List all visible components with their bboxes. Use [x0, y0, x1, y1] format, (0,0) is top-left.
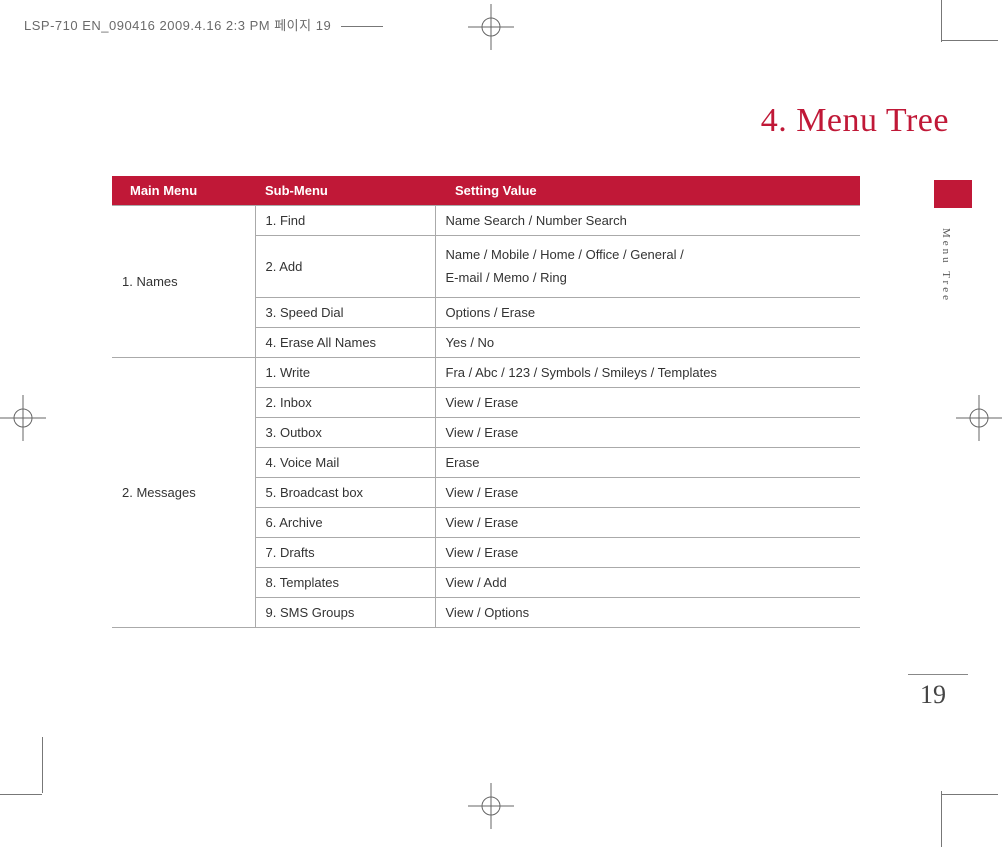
sub-menu-cell: 6. Archive: [255, 507, 435, 537]
setting-value-cell: Name Search / Number Search: [435, 206, 860, 236]
main-menu-cell: 1. Names: [112, 206, 255, 358]
sub-menu-cell: 4. Erase All Names: [255, 327, 435, 357]
crop-mark: [0, 794, 42, 795]
sub-menu-cell: 7. Drafts: [255, 537, 435, 567]
setting-value-cell: Fra / Abc / 123 / Symbols / Smileys / Te…: [435, 357, 860, 387]
sub-menu-cell: 9. SMS Groups: [255, 597, 435, 627]
sub-menu-cell: 5. Broadcast box: [255, 477, 435, 507]
sub-menu-cell: 2. Inbox: [255, 387, 435, 417]
registration-mark-bottom: [468, 783, 514, 829]
table-header-row: Main Menu Sub-Menu Setting Value: [112, 176, 860, 206]
setting-value-cell: Name / Mobile / Home / Office / General …: [435, 236, 860, 298]
setting-value-cell: View / Erase: [435, 507, 860, 537]
col-header-main: Main Menu: [112, 176, 255, 206]
crop-mark: [42, 737, 43, 793]
crop-mark: [941, 791, 942, 847]
registration-mark-left: [0, 395, 46, 441]
imprint-text: LSP-710 EN_090416 2009.4.16 2:3 PM 페이지 1…: [24, 18, 331, 33]
table-row: 1. Names1. FindName Search / Number Sear…: [112, 206, 860, 236]
sub-menu-cell: 1. Write: [255, 357, 435, 387]
page-number: 19: [920, 674, 946, 710]
sub-menu-cell: 3. Speed Dial: [255, 297, 435, 327]
sub-menu-cell: 8. Templates: [255, 567, 435, 597]
sub-menu-cell: 2. Add: [255, 236, 435, 298]
sub-menu-cell: 3. Outbox: [255, 417, 435, 447]
setting-value-cell: Yes / No: [435, 327, 860, 357]
crop-mark: [942, 794, 998, 795]
side-vertical-label: Menu Tree: [940, 228, 952, 303]
page-frame: 4. Menu Tree Menu Tree Main Menu Sub-Men…: [44, 40, 974, 760]
col-header-sub: Sub-Menu: [255, 176, 435, 206]
setting-value-cell: View / Erase: [435, 387, 860, 417]
side-tab-accent: [934, 180, 972, 208]
dash-rule: [341, 26, 383, 27]
setting-value-cell: View / Erase: [435, 537, 860, 567]
setting-value-cell: Options / Erase: [435, 297, 860, 327]
table-body: 1. Names1. FindName Search / Number Sear…: [112, 206, 860, 628]
setting-value-cell: View / Options: [435, 597, 860, 627]
setting-value-cell: Erase: [435, 447, 860, 477]
crop-mark: [941, 0, 942, 42]
table-row: 2. Messages1. WriteFra / Abc / 123 / Sym…: [112, 357, 860, 387]
sub-menu-cell: 1. Find: [255, 206, 435, 236]
chapter-title: 4. Menu Tree: [761, 102, 949, 140]
col-header-value: Setting Value: [435, 176, 860, 206]
imprint-header: LSP-710 EN_090416 2009.4.16 2:3 PM 페이지 1…: [24, 15, 383, 34]
main-menu-cell: 2. Messages: [112, 357, 255, 627]
setting-value-cell: View / Erase: [435, 477, 860, 507]
sub-menu-cell: 4. Voice Mail: [255, 447, 435, 477]
setting-value-cell: View / Erase: [435, 417, 860, 447]
setting-value-cell: View / Add: [435, 567, 860, 597]
menu-tree-table: Main Menu Sub-Menu Setting Value 1. Name…: [112, 176, 860, 628]
